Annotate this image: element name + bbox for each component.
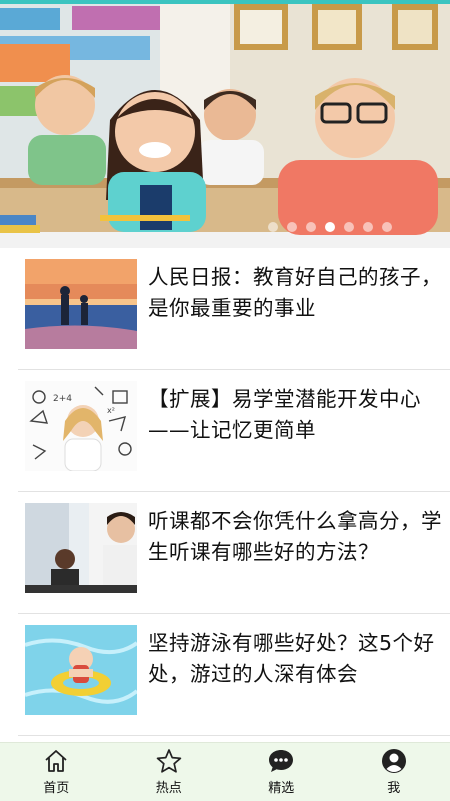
tab-hot[interactable]: 热点 (113, 743, 226, 801)
carousel-dot[interactable] (268, 222, 278, 232)
user-icon (380, 747, 408, 775)
banner-image (0, 0, 450, 248)
news-title[interactable]: 坚持游泳有哪些好处？这5个好处，游过的人深有体会 (148, 628, 448, 690)
tab-featured[interactable]: 精选 (225, 743, 338, 801)
news-title[interactable]: 【扩展】易学堂潜能开发中心——让记忆更简单 (148, 384, 448, 446)
tab-home[interactable]: 首页 (0, 743, 113, 801)
news-title[interactable]: 人民日报：教育好自己的孩子，是你最重要的事业 (148, 262, 448, 324)
news-thumbnail[interactable]: 2+4 x² (25, 381, 137, 471)
carousel-dot[interactable] (363, 222, 373, 232)
tab-label: 首页 (43, 777, 69, 796)
svg-text:x²: x² (107, 406, 115, 415)
carousel-dot[interactable] (325, 222, 335, 232)
news-item[interactable]: 人民日报：教育好自己的孩子，是你最重要的事业 (18, 248, 450, 370)
home-icon (42, 747, 70, 775)
carousel-dot[interactable] (344, 222, 354, 232)
carousel-indicator[interactable] (268, 222, 392, 232)
tab-me[interactable]: 我 (338, 743, 450, 801)
star-icon (155, 747, 183, 775)
banner-carousel[interactable] (0, 0, 450, 248)
news-thumbnail[interactable] (25, 625, 137, 715)
news-item[interactable]: 2+4 x² 【扩展】易学堂潜能开发中心——让记忆更简单 (18, 370, 450, 492)
news-item[interactable]: 坚持游泳有哪些好处？这5个好处，游过的人深有体会 (18, 614, 450, 736)
news-item[interactable]: 听课都不会你凭什么拿高分，学生听课有哪些好的方法？ (18, 492, 450, 614)
banner-accent-line (0, 0, 450, 4)
news-thumbnail[interactable] (25, 503, 137, 593)
tab-label: 精选 (268, 777, 294, 796)
news-list: 人民日报：教育好自己的孩子，是你最重要的事业 2+4 x² (0, 248, 450, 736)
bottom-tab-bar: 首页 热点 精选 我 (0, 742, 450, 801)
carousel-dot[interactable] (306, 222, 316, 232)
tab-label: 热点 (156, 777, 182, 796)
news-thumbnail[interactable] (25, 259, 137, 349)
carousel-dot[interactable] (287, 222, 297, 232)
chat-bubble-icon (267, 747, 295, 775)
tab-label: 我 (387, 777, 400, 796)
carousel-dot[interactable] (382, 222, 392, 232)
news-title[interactable]: 听课都不会你凭什么拿高分，学生听课有哪些好的方法？ (148, 506, 448, 568)
svg-text:2+4: 2+4 (53, 394, 72, 404)
